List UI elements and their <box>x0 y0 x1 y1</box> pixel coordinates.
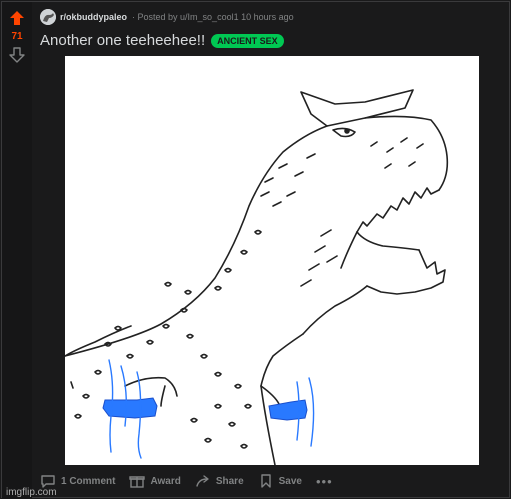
post-title[interactable]: Another one teeheehee!! <box>40 32 205 49</box>
dinosaur-sketch-image <box>65 89 449 465</box>
post-card: 71 r/okbuddypaleo · Posted by u/Im_so_co… <box>1 1 510 499</box>
imgflip-watermark: imgflip.com <box>6 487 57 498</box>
save-label: Save <box>278 475 302 487</box>
gift-icon <box>129 476 146 488</box>
author-link[interactable]: u/Im_so_cool1 <box>180 12 239 22</box>
post-actions: 1 Comment Award Share Save ••• <box>40 472 333 490</box>
flair-badge[interactable]: ANCIENT SEX <box>211 33 284 48</box>
post-image[interactable] <box>65 56 479 465</box>
comments-label: 1 Comment <box>61 475 116 487</box>
subreddit-name[interactable]: r/okbuddypaleo <box>60 12 127 22</box>
share-label: Share <box>215 475 244 487</box>
award-label: Award <box>150 475 181 487</box>
downvote-arrow-icon[interactable] <box>9 47 25 63</box>
post-time: 10 hours ago <box>238 12 294 22</box>
subreddit-icon[interactable] <box>40 9 56 25</box>
share-arrow-icon <box>196 475 209 487</box>
vote-column: 71 <box>2 2 32 499</box>
award-button[interactable]: Award <box>129 473 181 489</box>
posted-by-label: · Posted by <box>132 12 181 22</box>
upvote-arrow-icon[interactable] <box>9 10 25 26</box>
bookmark-icon <box>260 474 271 488</box>
save-button[interactable]: Save <box>258 473 302 489</box>
post-header: r/okbuddypaleo · Posted by u/Im_so_cool1… <box>40 9 294 25</box>
vote-score: 71 <box>11 31 23 42</box>
share-button[interactable]: Share <box>195 473 244 489</box>
more-options-icon[interactable]: ••• <box>316 474 333 489</box>
post-title-row: Another one teeheehee!! ANCIENT SEX <box>40 32 284 49</box>
post-meta: · Posted by u/Im_so_cool1 10 hours ago <box>132 12 294 22</box>
